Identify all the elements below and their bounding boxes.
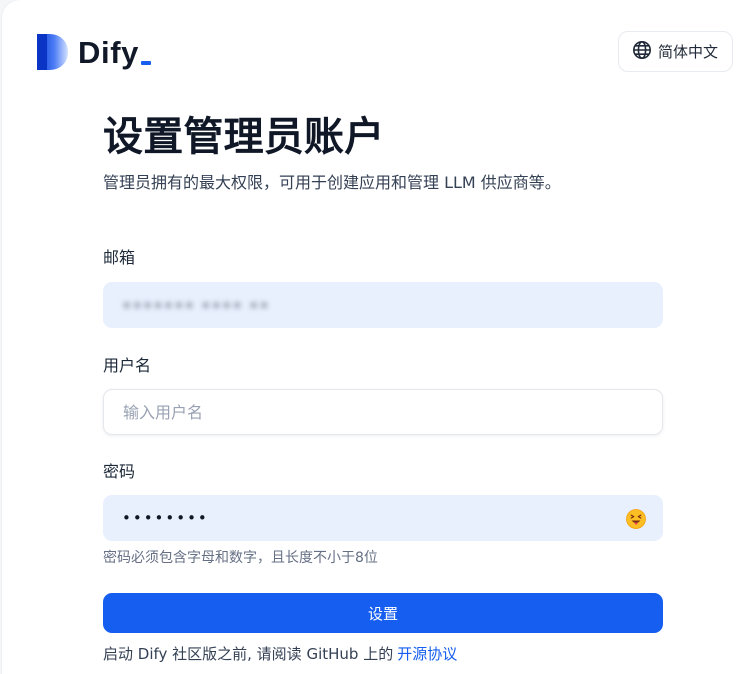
main-panel: Dify 简体中文 设置管理员账户 管理员拥有的最大权限，可用于创建应用和管理 … <box>2 0 753 674</box>
email-field[interactable]: ••••••• •••• •• <box>103 282 663 328</box>
setup-form-container: 设置管理员账户 管理员拥有的最大权限，可用于创建应用和管理 LLM 供应商等。 … <box>103 111 663 663</box>
password-value: •••••••• <box>122 509 209 527</box>
open-source-license-link[interactable]: 开源协议 <box>397 645 457 663</box>
email-value-obscured: ••••••• •••• •• <box>122 295 270 315</box>
dify-logo-icon <box>35 32 69 72</box>
password-visibility-toggle-icon[interactable] <box>626 509 646 529</box>
username-field[interactable] <box>103 389 663 435</box>
setup-submit-button[interactable]: 设置 <box>103 593 663 633</box>
dify-logo: Dify <box>35 32 151 72</box>
setup-page: Dify 简体中文 设置管理员账户 管理员拥有的最大权限，可用于创建应用和管理 … <box>0 0 753 674</box>
password-requirement-hint: 密码必须包含字母和数字，且长度不小于8位 <box>103 550 378 566</box>
logo-cursor-mark <box>140 60 151 65</box>
license-notice-text: 启动 Dify 社区版之前, 请阅读 GitHub 上的 <box>103 645 394 663</box>
language-switcher-button[interactable]: 简体中文 <box>617 31 733 72</box>
page-subtitle: 管理员拥有的最大权限，可用于创建应用和管理 LLM 供应商等。 <box>103 173 561 192</box>
language-label: 简体中文 <box>657 43 718 61</box>
logo-wordmark: Dify <box>78 34 139 70</box>
password-field[interactable]: •••••••• <box>103 495 663 541</box>
username-label: 用户名 <box>103 356 152 375</box>
password-label: 密码 <box>103 462 136 481</box>
email-label: 邮箱 <box>103 248 136 267</box>
license-notice: 启动 Dify 社区版之前, 请阅读 GitHub 上的 开源协议 <box>103 644 457 664</box>
page-title: 设置管理员账户 <box>103 114 385 160</box>
globe-icon <box>632 40 652 64</box>
